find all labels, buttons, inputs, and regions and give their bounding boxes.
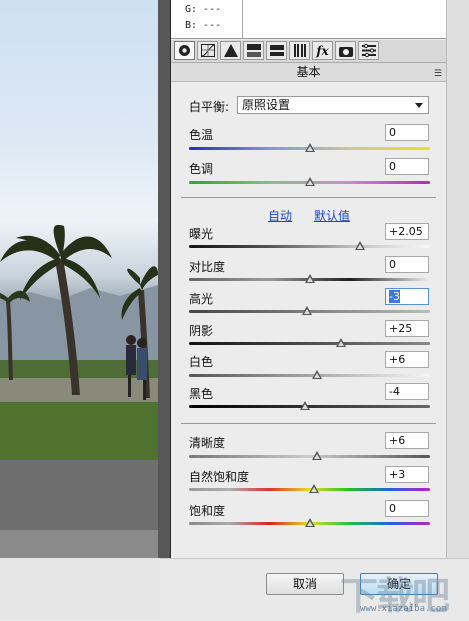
blacks-label: 黑色 — [189, 387, 214, 401]
clarity-field[interactable]: +6 — [385, 432, 429, 449]
whites-slider-track[interactable] — [189, 374, 430, 377]
vibrance-slider-thumb[interactable] — [309, 484, 320, 493]
rgb-readout: G: --- B: --- — [171, 0, 446, 39]
fx-icon[interactable]: fx — [312, 41, 333, 60]
separator — [181, 423, 436, 424]
panel-tabs-toolbar: fx — [171, 40, 446, 63]
shadows-label: 阴影 — [189, 324, 214, 338]
highlights-value: -3 — [389, 290, 400, 303]
photo-scene — [0, 224, 158, 460]
contrast-field[interactable]: 0 — [385, 256, 429, 273]
clarity-slider-thumb[interactable] — [311, 451, 322, 460]
highlights-label: 高光 — [189, 292, 214, 306]
section-title: 基本 ☰ — [171, 63, 446, 82]
rgb-b-value: B: --- — [185, 20, 222, 31]
temp-label: 色温 — [189, 128, 214, 142]
exposure-slider-track[interactable] — [189, 245, 430, 248]
clarity-label: 清晰度 — [189, 436, 226, 450]
blacks-slider-thumb[interactable] — [299, 401, 310, 410]
cancel-button[interactable]: 取消 — [266, 573, 344, 595]
preview-footer — [0, 530, 160, 558]
highlights-slider-thumb[interactable] — [302, 306, 313, 315]
detail-icon[interactable] — [220, 41, 241, 60]
chevron-down-icon — [415, 103, 423, 108]
default-link[interactable]: 默认值 — [314, 207, 350, 224]
clarity-slider-track[interactable] — [189, 455, 430, 458]
adjustments-panel: G: --- B: --- fx 基本 ☰ 白平衡: 原照设置 色温 0 色调 … — [171, 0, 446, 558]
aperture-icon[interactable] — [174, 41, 195, 60]
auto-link[interactable]: 自动 — [268, 207, 292, 224]
exposure-field[interactable]: +2.05 — [385, 223, 429, 240]
camera-calibration-icon[interactable] — [335, 41, 356, 60]
hsl-icon[interactable] — [243, 41, 264, 60]
separator — [181, 197, 436, 198]
rgb-g-value: G: --- — [185, 4, 222, 15]
vibrance-label: 自然饱和度 — [189, 470, 250, 484]
panel-menu-icon[interactable]: ☰ — [434, 65, 442, 83]
saturation-slider-thumb[interactable] — [304, 518, 315, 527]
shadows-slider-thumb[interactable] — [335, 338, 346, 347]
dialog-footer-left — [0, 558, 160, 620]
temp-field[interactable]: 0 — [385, 124, 429, 141]
rgb-separator — [242, 0, 243, 38]
exposure-label: 曝光 — [189, 227, 214, 241]
panel-scrollbar[interactable] — [446, 0, 469, 558]
watermark-url: www.xiazaiba.com — [360, 604, 447, 614]
temp-slider-thumb[interactable] — [304, 143, 315, 152]
contrast-slider-thumb[interactable] — [304, 274, 315, 283]
blacks-field[interactable]: -4 — [385, 383, 429, 400]
split-toning-icon[interactable] — [266, 41, 287, 60]
contrast-label: 对比度 — [189, 260, 226, 274]
highlights-field[interactable]: -3 — [385, 288, 429, 305]
tone-curve-icon[interactable] — [197, 41, 218, 60]
whites-field[interactable]: +6 — [385, 351, 429, 368]
section-title-text: 基本 — [296, 65, 321, 79]
shadows-field[interactable]: +25 — [385, 320, 429, 337]
shadows-slider-track[interactable] — [189, 342, 430, 345]
tint-slider-thumb[interactable] — [304, 177, 315, 186]
exposure-slider-thumb[interactable] — [355, 241, 366, 250]
tint-field[interactable]: 0 — [385, 158, 429, 175]
whites-slider-thumb[interactable] — [311, 370, 322, 379]
preview-backdrop — [0, 460, 160, 530]
tint-label: 色调 — [189, 162, 214, 176]
lens-icon[interactable] — [289, 41, 310, 60]
white-balance-select[interactable]: 原照设置 — [237, 96, 429, 114]
white-balance-value: 原照设置 — [242, 98, 291, 112]
whites-label: 白色 — [189, 355, 214, 369]
white-balance-label: 白平衡: — [189, 100, 230, 114]
panel-divider — [158, 0, 170, 558]
saturation-label: 饱和度 — [189, 504, 226, 518]
presets-icon[interactable] — [358, 41, 379, 60]
photo-preview[interactable] — [0, 0, 160, 460]
saturation-field[interactable]: 0 — [385, 500, 429, 517]
vibrance-field[interactable]: +3 — [385, 466, 429, 483]
